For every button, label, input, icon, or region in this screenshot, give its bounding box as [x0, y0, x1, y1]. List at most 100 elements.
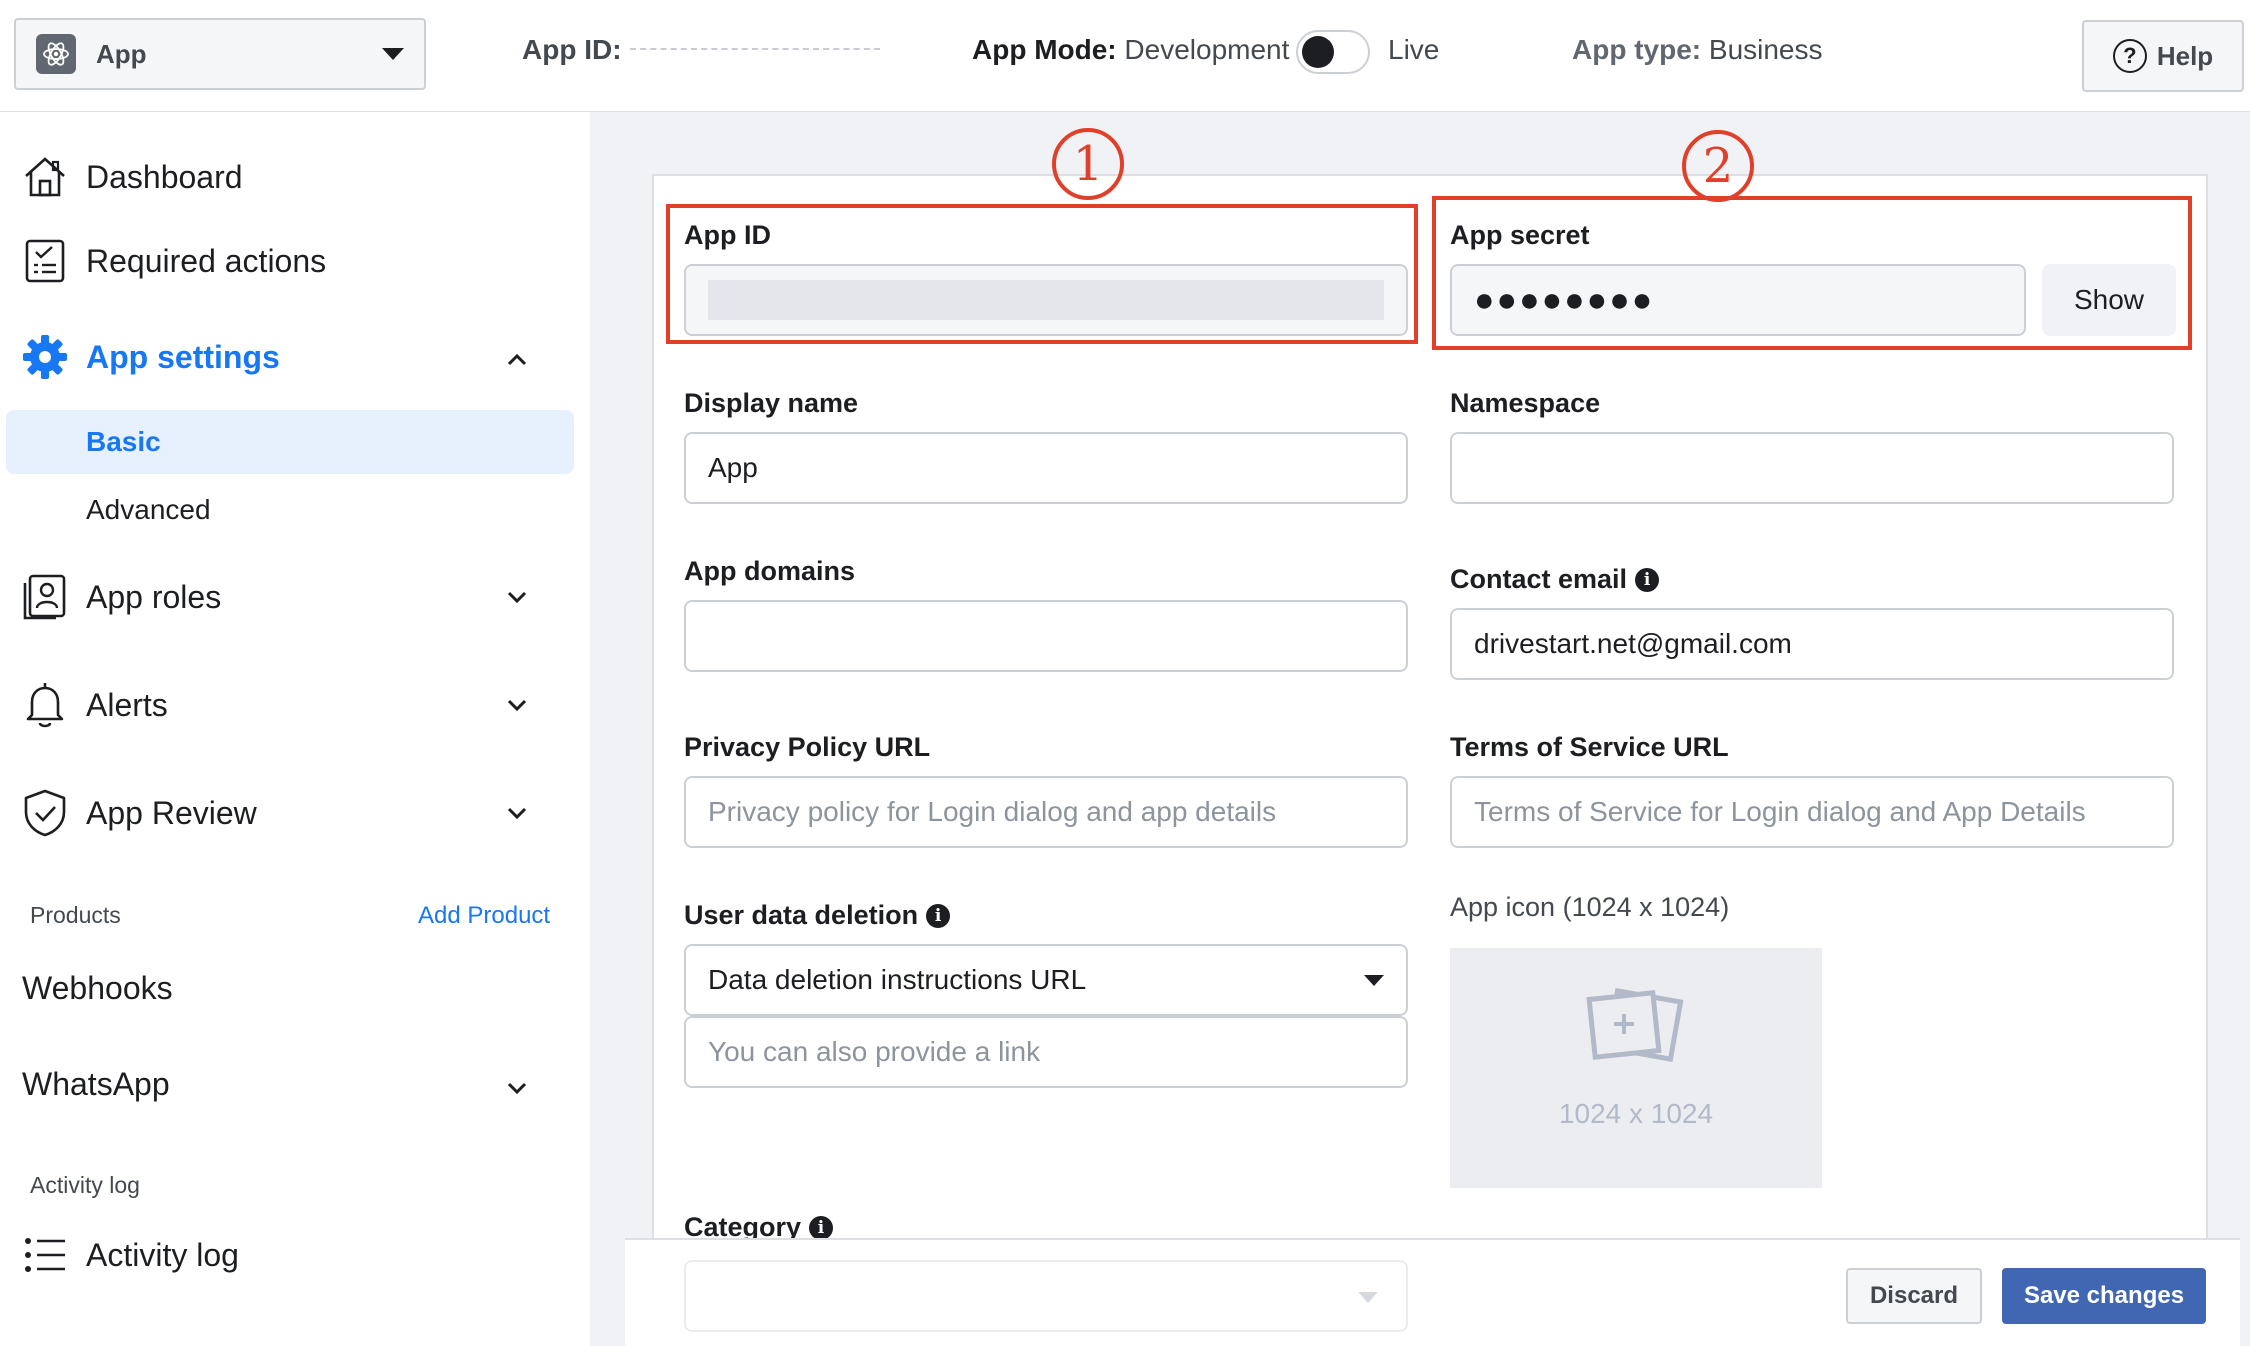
display-name-input[interactable]: App: [684, 432, 1408, 504]
namespace-label: Namespace: [1450, 388, 1601, 418]
sidebar: Dashboard Required actions App settings …: [0, 112, 590, 1346]
contact-email-label-text: Contact email: [1450, 564, 1628, 594]
chevron-down-icon[interactable]: [504, 800, 530, 826]
sidebar-subitem-advanced[interactable]: Advanced: [6, 478, 574, 542]
contact-email-input[interactable]: drivestart.net@gmail.com: [1450, 608, 2174, 680]
app-id-readout: App ID:: [522, 34, 880, 66]
app-secret-field[interactable]: ●●●●●●●●: [1450, 264, 2026, 336]
sidebar-subitem-label: Basic: [86, 426, 161, 457]
app-type-value: Business: [1708, 34, 1823, 65]
sidebar-item-app-roles[interactable]: App roles: [20, 572, 221, 622]
app-mode-readout: App Mode: Development: [972, 34, 1289, 66]
app-type-label: App type:: [1572, 34, 1702, 65]
chevron-down-icon[interactable]: [504, 584, 530, 610]
checklist-icon: [20, 236, 70, 286]
caret-down-icon: [1364, 974, 1384, 986]
list-icon: [20, 1230, 70, 1280]
top-bar: App App ID: App Mode: Development Live A…: [0, 0, 2250, 112]
terms-of-service-input[interactable]: Terms of Service for Login dialog and Ap…: [1450, 776, 2174, 848]
display-name-value: App: [708, 452, 758, 483]
sidebar-item-app-settings[interactable]: App settings: [20, 332, 280, 382]
contact-email-label: Contact email i: [1450, 564, 1660, 595]
user-data-deletion-selected: Data deletion instructions URL: [708, 964, 1087, 995]
app-secret-field-label: App secret: [1450, 220, 1590, 250]
user-data-deletion-label: User data deletion i: [684, 900, 951, 931]
app-icon-size-hint: 1024 x 1024: [1558, 1098, 1714, 1129]
save-footer: [625, 1238, 2240, 1346]
app-atom-icon: [36, 34, 76, 74]
id-badge-icon: [20, 572, 70, 622]
sidebar-item-label: Activity log: [86, 1236, 239, 1273]
app-domains-input[interactable]: [684, 600, 1408, 672]
info-icon[interactable]: i: [809, 1215, 834, 1240]
sidebar-item-label: App roles: [86, 578, 222, 615]
app-mode-value: Development: [1124, 34, 1290, 65]
sidebar-item-label: Dashboard: [86, 158, 243, 195]
caret-down-icon: [1358, 1292, 1378, 1303]
caret-down-icon: [382, 48, 404, 60]
sidebar-item-app-review[interactable]: App Review: [20, 788, 257, 838]
sidebar-item-dashboard[interactable]: Dashboard: [20, 152, 243, 202]
display-name-label: Display name: [684, 388, 859, 418]
sidebar-item-required-actions[interactable]: Required actions: [20, 236, 326, 286]
live-label: Live: [1388, 34, 1440, 65]
home-icon: [20, 152, 70, 202]
privacy-policy-placeholder: Privacy policy for Login dialog and app …: [708, 796, 1277, 827]
help-label: Help: [2156, 40, 2214, 71]
gear-icon: [20, 332, 70, 382]
toggle-knob: [1302, 36, 1334, 68]
chevron-down-icon[interactable]: [504, 1075, 530, 1101]
discard-button[interactable]: Discard: [1846, 1268, 1982, 1324]
app-switcher-name: App: [96, 38, 147, 69]
app-id-field[interactable]: [684, 264, 1408, 336]
info-icon[interactable]: i: [1635, 567, 1660, 592]
annotation-marker-1: 1: [1052, 128, 1124, 200]
category-select[interactable]: [684, 1260, 1408, 1332]
sidebar-item-alerts[interactable]: Alerts: [20, 680, 168, 730]
sidebar-item-label: App settings: [86, 338, 280, 375]
user-data-deletion-link-input[interactable]: You can also provide a link: [684, 1016, 1408, 1088]
sidebar-item-label: Required actions: [86, 242, 327, 279]
sidebar-item-webhooks[interactable]: Webhooks: [22, 970, 173, 1007]
shield-check-icon: [20, 788, 70, 838]
app-id-redacted: [629, 47, 880, 56]
user-data-deletion-select[interactable]: Data deletion instructions URL: [684, 944, 1408, 1016]
app-id-label: App ID:: [522, 34, 622, 65]
sidebar-item-label: App Review: [86, 794, 257, 831]
privacy-policy-label: Privacy Policy URL: [684, 732, 931, 762]
app-type-readout: App type: Business: [1572, 34, 1823, 66]
show-secret-button[interactable]: Show: [2042, 264, 2176, 336]
help-button[interactable]: ? Help: [2082, 20, 2244, 92]
sidebar-item-activity-log[interactable]: Activity log: [20, 1230, 239, 1280]
app-id-redacted-value: [708, 280, 1384, 320]
sidebar-item-whatsapp[interactable]: WhatsApp: [22, 1066, 170, 1103]
products-section-label: Products: [30, 902, 121, 928]
save-changes-button[interactable]: Save changes: [2002, 1268, 2206, 1324]
privacy-policy-input[interactable]: Privacy policy for Login dialog and app …: [684, 776, 1408, 848]
add-image-icon: [1586, 987, 1684, 1063]
terms-of-service-label: Terms of Service URL: [1450, 732, 1729, 762]
activity-log-section-label: Activity log: [30, 1172, 140, 1198]
annotation-marker-2: 2: [1682, 130, 1754, 202]
question-circle-icon: ?: [2112, 39, 2147, 73]
app-switcher[interactable]: App: [14, 18, 426, 90]
terms-of-service-placeholder: Terms of Service for Login dialog and Ap…: [1474, 796, 2086, 827]
sidebar-subitem-label: Advanced: [86, 494, 211, 525]
user-data-deletion-label-text: User data deletion: [684, 900, 919, 930]
live-mode-toggle[interactable]: [1296, 30, 1370, 74]
app-domains-label: App domains: [684, 556, 856, 586]
info-icon[interactable]: i: [926, 903, 951, 928]
user-data-deletion-placeholder: You can also provide a link: [708, 1036, 1041, 1067]
chevron-up-icon[interactable]: [504, 347, 530, 373]
app-icon-upload[interactable]: 1024 x 1024: [1450, 948, 1822, 1188]
sidebar-subitem-basic[interactable]: Basic: [6, 410, 574, 474]
add-product-link[interactable]: Add Product: [418, 902, 550, 930]
app-id-field-label: App ID: [684, 220, 771, 250]
chevron-down-icon[interactable]: [504, 692, 530, 718]
sidebar-item-label: Alerts: [86, 686, 168, 723]
app-icon-label: App icon (1024 x 1024): [1450, 892, 1730, 922]
namespace-input[interactable]: [1450, 432, 2174, 504]
bell-icon: [20, 680, 70, 730]
contact-email-value: drivestart.net@gmail.com: [1474, 628, 1792, 659]
app-secret-masked-value: ●●●●●●●●: [1474, 280, 1655, 319]
